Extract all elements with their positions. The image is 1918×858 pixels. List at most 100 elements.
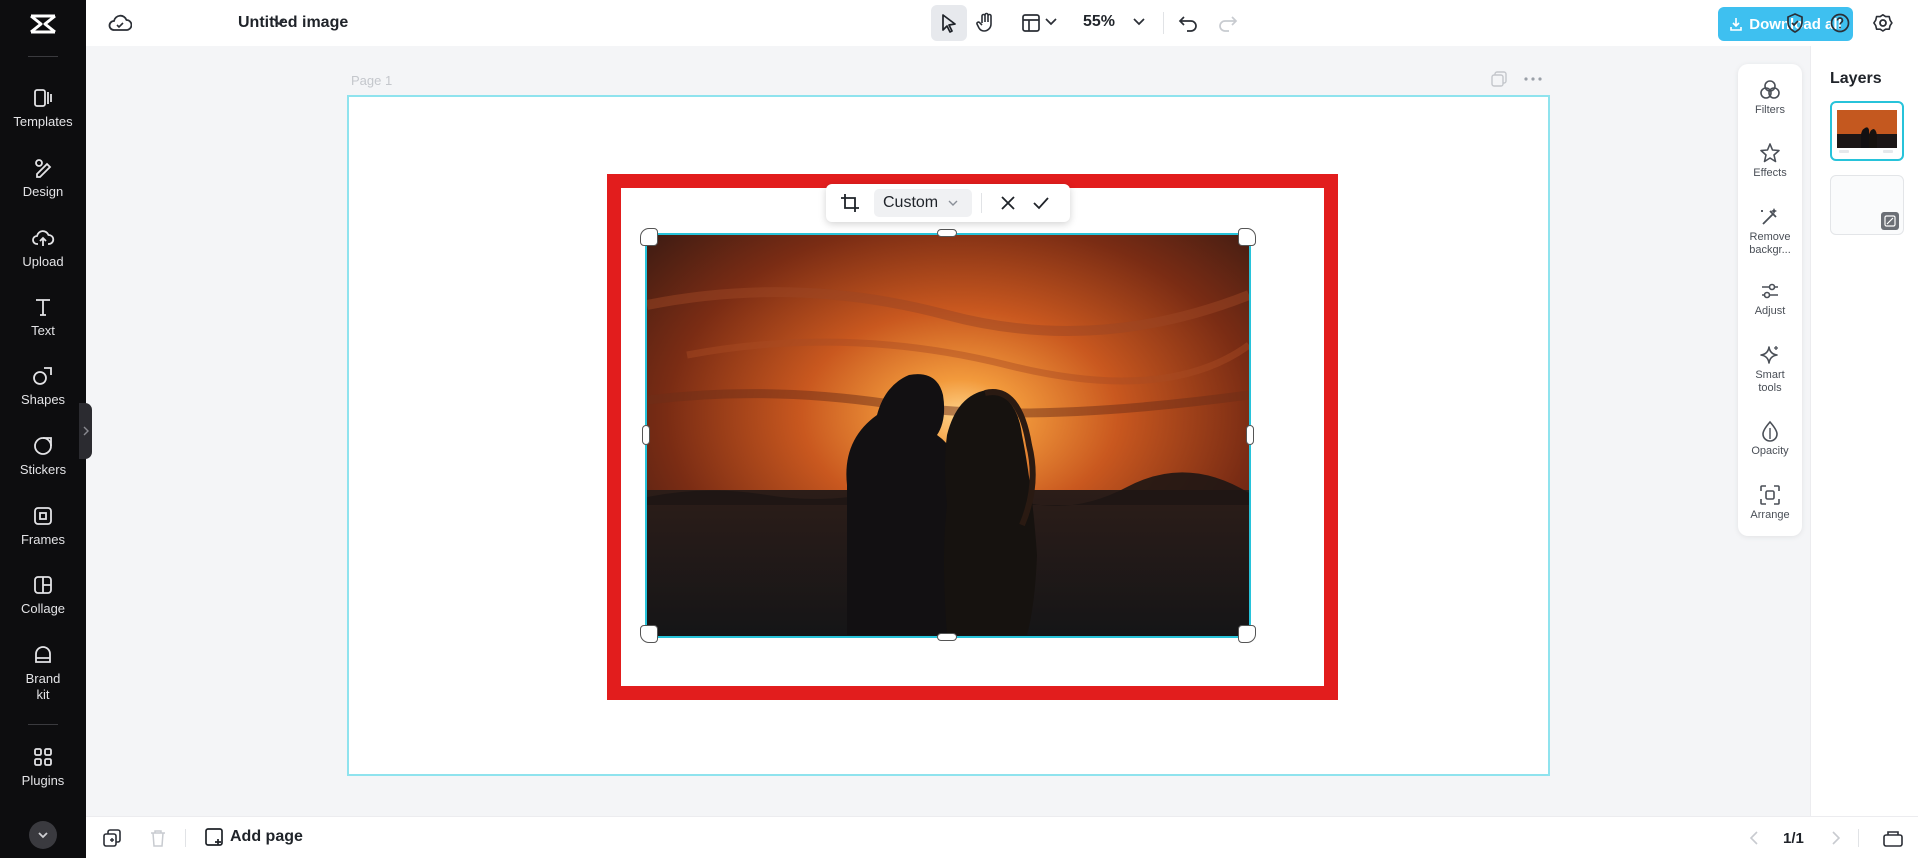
next-page-icon[interactable]	[1828, 830, 1844, 846]
resize-handle-bottom[interactable]	[937, 633, 957, 641]
frames-icon	[31, 504, 55, 528]
sidebar-item-label: Plugins	[21, 773, 65, 788]
selected-photo-couple-sunset[interactable]	[645, 233, 1251, 638]
resize-handle-left[interactable]	[642, 425, 650, 445]
resize-handle-top-left[interactable]	[640, 228, 658, 246]
sidebar-item-design[interactable]: Design	[0, 156, 86, 200]
smart-tools-icon	[1759, 344, 1781, 366]
duplicate-page-icon[interactable]	[1491, 71, 1507, 87]
effects-icon	[1759, 142, 1781, 164]
chevron-down-icon	[37, 831, 49, 839]
cancel-crop-icon[interactable]	[1001, 196, 1015, 210]
tool-label: Smart tools	[1755, 369, 1785, 394]
filters-icon	[1759, 79, 1781, 101]
page-label: Page 1	[351, 73, 393, 88]
shield-icon[interactable]	[1783, 11, 1807, 35]
sidebar-item-label: Text	[31, 323, 55, 338]
rail-divider	[28, 724, 58, 725]
crop-ratio-label: Custom	[883, 194, 939, 211]
collage-icon	[31, 573, 55, 597]
account-menu-button[interactable]	[29, 821, 57, 849]
crop-ratio-dropdown[interactable]: Custom	[874, 189, 972, 217]
duplicate-page-icon[interactable]	[102, 828, 122, 848]
sidebar-item-label: Stickers	[19, 462, 67, 477]
tool-label: Filters	[1755, 104, 1785, 116]
capcut-logo-icon[interactable]	[27, 10, 59, 38]
hand-tool-icon[interactable]	[973, 10, 999, 36]
tool-label: Opacity	[1751, 445, 1789, 457]
sidebar-item-label: Design	[22, 184, 64, 199]
brand-kit-icon	[31, 643, 55, 667]
shapes-icon	[31, 364, 55, 388]
chevron-right-icon	[83, 426, 89, 436]
add-page-button[interactable]: Add page	[204, 827, 303, 847]
page-count: 1/1	[1783, 830, 1804, 847]
tool-adjust[interactable]: Adjust	[1738, 280, 1802, 318]
sidebar-item-templates[interactable]: Templates	[0, 86, 86, 130]
help-icon[interactable]	[1828, 11, 1852, 35]
tool-filters[interactable]: Filters	[1738, 79, 1802, 117]
trash-icon[interactable]	[148, 828, 168, 848]
sidebar-item-shapes[interactable]: Shapes	[0, 364, 86, 408]
sidebar-item-label: Brand kit	[25, 671, 61, 702]
sidebar-item-collage[interactable]: Collage	[0, 573, 86, 617]
layers-panel: Layers	[1810, 46, 1918, 816]
remove-background-icon	[1759, 206, 1781, 228]
layer-thumbnail-photo[interactable]	[1830, 101, 1904, 161]
confirm-crop-icon[interactable]	[1033, 196, 1049, 210]
bottom-bar: Add page 1/1	[86, 816, 1918, 858]
redo-icon[interactable]	[1216, 11, 1240, 35]
toolbar-divider	[981, 193, 982, 213]
toolbar-divider	[1163, 12, 1164, 34]
previous-page-icon[interactable]	[1746, 830, 1762, 846]
tool-remove-background[interactable]: Remove backgr...	[1738, 206, 1802, 257]
toolbar-divider	[1858, 829, 1859, 847]
tool-label: Remove backgr...	[1749, 231, 1791, 256]
tool-effects[interactable]: Effects	[1738, 142, 1802, 180]
layout-icon[interactable]	[1019, 11, 1043, 35]
sidebar-item-plugins[interactable]: Plugins	[0, 745, 86, 789]
resize-handle-top-right[interactable]	[1238, 228, 1256, 246]
tool-smart-tools[interactable]: Smart tools	[1738, 344, 1802, 395]
chevron-down-icon[interactable]	[272, 15, 286, 29]
zoom-level[interactable]: 55%	[1083, 13, 1115, 31]
tool-label: Arrange	[1750, 509, 1790, 521]
chevron-down-icon[interactable]	[1045, 16, 1057, 28]
crop-icon[interactable]	[840, 193, 860, 213]
tool-opacity[interactable]: Opacity	[1738, 420, 1802, 458]
resize-handle-bottom-left[interactable]	[640, 625, 658, 643]
document-title[interactable]: Untitled image	[238, 14, 348, 32]
stickers-icon	[31, 434, 55, 458]
text-icon	[31, 295, 55, 319]
select-tool-button[interactable]	[931, 5, 967, 41]
sidebar-item-brand-kit[interactable]: Brand kit	[0, 643, 86, 703]
cursor-arrow-icon	[940, 13, 958, 33]
left-sidebar: Templates Design Upload Text Shapes Stic…	[0, 0, 86, 858]
sidebar-item-frames[interactable]: Frames	[0, 504, 86, 548]
sidebar-item-label: Upload	[22, 254, 64, 269]
tool-arrange[interactable]: Arrange	[1738, 484, 1802, 522]
undo-icon[interactable]	[1176, 11, 1200, 35]
templates-icon	[31, 86, 55, 110]
chevron-down-icon[interactable]	[1133, 16, 1145, 28]
resize-handle-bottom-right[interactable]	[1238, 625, 1256, 643]
sidebar-item-upload[interactable]: Upload	[0, 226, 86, 270]
settings-gear-icon[interactable]	[1871, 11, 1895, 35]
arrange-icon	[1759, 484, 1781, 506]
adjust-icon	[1759, 280, 1781, 302]
layer-thumbnail-background[interactable]	[1830, 175, 1904, 235]
sidebar-item-label: Frames	[20, 532, 66, 547]
pages-panel-icon[interactable]	[1882, 828, 1904, 848]
design-icon	[31, 156, 55, 180]
more-options-icon[interactable]	[1524, 77, 1542, 81]
rail-divider	[28, 56, 58, 57]
chevron-down-icon	[948, 200, 958, 206]
cloud-sync-icon[interactable]	[108, 12, 132, 34]
collapse-panel-handle[interactable]	[79, 403, 92, 459]
toolbar-divider	[185, 829, 186, 847]
sidebar-item-stickers[interactable]: Stickers	[0, 434, 86, 478]
sidebar-item-label: Shapes	[20, 392, 66, 407]
resize-handle-top[interactable]	[937, 229, 957, 237]
resize-handle-right[interactable]	[1246, 425, 1254, 445]
sidebar-item-text[interactable]: Text	[0, 295, 86, 339]
